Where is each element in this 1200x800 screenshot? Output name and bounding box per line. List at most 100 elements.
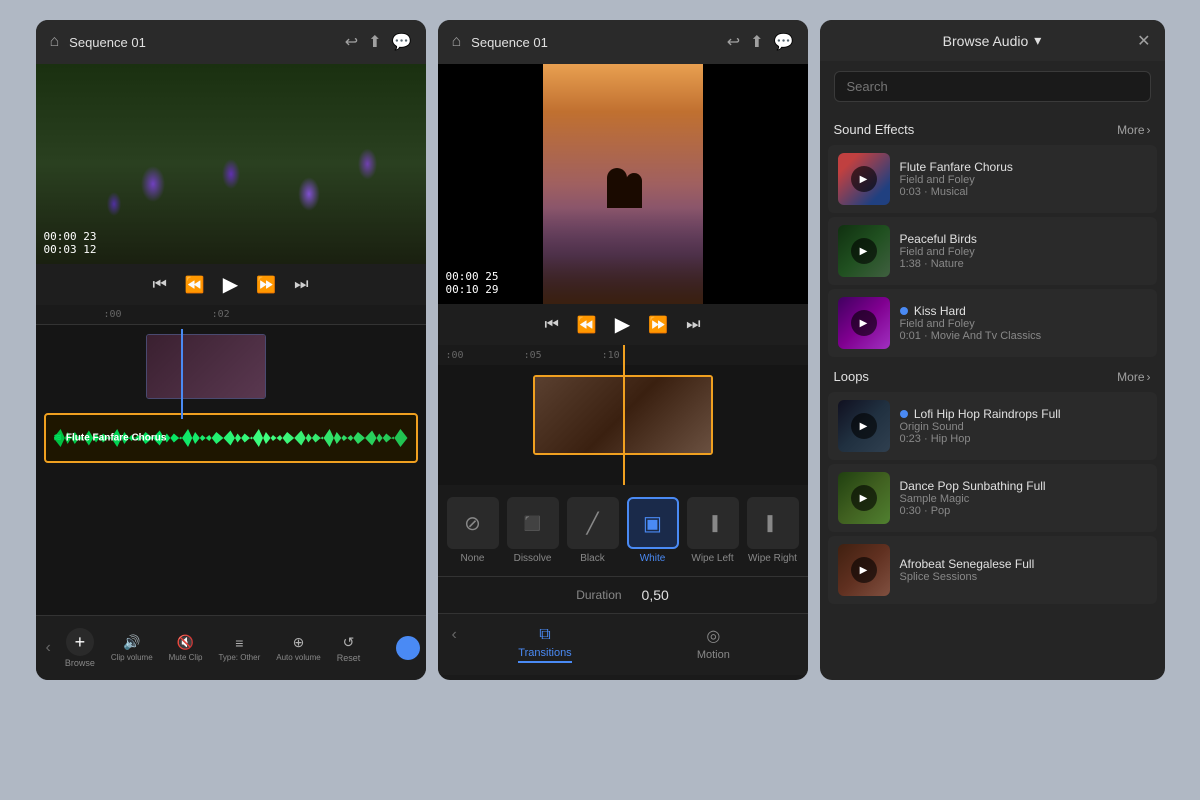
skip-back-button[interactable]: ⏮	[152, 276, 166, 294]
duration-bar: Duration 0,50	[438, 576, 808, 613]
reset-button[interactable]: ↺ Reset	[331, 630, 367, 667]
middle-playhead	[623, 345, 625, 485]
browse-add-icon[interactable]: +	[66, 628, 94, 656]
transition-dissolve[interactable]: ⬛ Dissolve	[507, 497, 559, 564]
undo-icon[interactable]: ↩	[345, 32, 358, 52]
skip-forward-button[interactable]: ⏭	[294, 276, 308, 294]
audio-info-afro: Afrobeat Senegalese Full Splice Sessions	[900, 557, 1147, 583]
transport-bar: ⏮ ⏪ ▶ ⏩ ⏭	[36, 264, 426, 305]
type-icon: ≡	[235, 635, 243, 651]
middle-play[interactable]: ▶	[615, 312, 630, 337]
transition-none[interactable]: ⊘ None	[447, 497, 499, 564]
home-icon[interactable]: ⌂	[50, 33, 60, 51]
play-overlay-flute[interactable]: ▶	[851, 166, 877, 192]
play-button[interactable]: ▶	[223, 272, 238, 297]
audio-item-lofi[interactable]: ▶ Lofi Hip Hop Raindrops Full Origin Sou…	[828, 392, 1157, 460]
middle-nav-left[interactable]: ‹	[448, 622, 461, 667]
audio-track[interactable]: ≋ Flute Fanfare Chorus	[44, 413, 418, 463]
audio-item-afro[interactable]: ▶ Afrobeat Senegalese Full Splice Sessio…	[828, 536, 1157, 604]
share-icon[interactable]: ⬆	[368, 32, 381, 52]
search-input[interactable]	[834, 71, 1151, 102]
clip-volume-icon: 🔊	[123, 634, 140, 651]
loops-more-button[interactable]: More ›	[1117, 370, 1150, 384]
middle-undo-icon[interactable]: ↩	[727, 32, 740, 52]
clip-volume-button[interactable]: 🔊 Clip volume	[105, 630, 159, 666]
audio-thumb-afro: ▶	[838, 544, 890, 596]
audio-title-lofi: Lofi Hip Hop Raindrops Full	[900, 407, 1147, 421]
browse-header: Browse Audio ▾ ✕	[820, 20, 1165, 61]
audio-title-birds: Peaceful Birds	[900, 232, 1147, 246]
middle-timeline: :00 :05 :10	[438, 345, 808, 485]
dropdown-icon: ▾	[1034, 32, 1041, 49]
audio-thumb-lofi: ▶	[838, 400, 890, 452]
browse-button[interactable]: + Browse	[59, 624, 101, 672]
auto-volume-icon: ⊕	[293, 634, 305, 651]
type-button[interactable]: ≡ Type: Other	[212, 631, 266, 666]
kiss-badge	[900, 307, 908, 315]
auto-volume-button[interactable]: ⊕ Auto volume	[270, 630, 326, 666]
left-header: ⌂ Sequence 01 ↩ ⬆ 💬	[36, 20, 426, 64]
middle-home-icon[interactable]: ⌂	[452, 33, 462, 51]
sound-effects-more-button[interactable]: More ›	[1117, 123, 1150, 137]
browse-title: Browse Audio ▾	[943, 32, 1042, 49]
middle-step-back[interactable]: ⏪	[577, 315, 597, 335]
middle-share-icon[interactable]: ⬆	[750, 32, 763, 52]
play-overlay-kiss[interactable]: ▶	[851, 310, 877, 336]
motion-tab-icon: ◎	[706, 626, 720, 646]
step-forward-button[interactable]: ⏩	[256, 275, 276, 295]
middle-skip-forward[interactable]: ⏭	[686, 316, 700, 334]
transition-black[interactable]: ╱ Black	[567, 497, 619, 564]
right-panel: Browse Audio ▾ ✕ Sound Effects More › ▶ …	[820, 20, 1165, 680]
audio-thumb-dance: ▶	[838, 472, 890, 524]
middle-step-forward[interactable]: ⏩	[648, 315, 668, 335]
middle-transport: ⏮ ⏪ ▶ ⏩ ⏭	[438, 304, 808, 345]
time-display: 00:00 23 00:03 12	[44, 230, 97, 256]
loops-more-chevron-icon: ›	[1147, 370, 1151, 384]
mute-icon: 🔇	[177, 634, 194, 651]
audio-item-flute[interactable]: ▶ Flute Fanfare Chorus Field and Foley 0…	[828, 145, 1157, 213]
audio-thumb-flute: ▶	[838, 153, 890, 205]
audio-title-flute: Flute Fanfare Chorus	[900, 160, 1147, 174]
audio-thumb-birds: ▶	[838, 225, 890, 277]
audio-info-kiss: Kiss Hard Field and Foley 0:01 · Movie A…	[900, 304, 1147, 342]
audio-meta-kiss: Field and Foley 0:01 · Movie And Tv Clas…	[900, 318, 1147, 342]
comment-icon[interactable]: 💬	[392, 32, 412, 52]
audio-title-kiss: Kiss Hard	[900, 304, 1147, 318]
middle-skip-back[interactable]: ⏮	[544, 316, 558, 334]
audio-info-flute: Flute Fanfare Chorus Field and Foley 0:0…	[900, 160, 1147, 198]
audio-thumb-kiss: ▶	[838, 297, 890, 349]
audio-clip-label: ≋ Flute Fanfare Chorus	[54, 433, 167, 444]
close-button[interactable]: ✕	[1137, 31, 1150, 51]
middle-time-display: 00:00 25 00:10 29	[446, 270, 499, 296]
play-overlay-lofi[interactable]: ▶	[851, 413, 877, 439]
tab-motion[interactable]: ◎ Motion	[629, 622, 797, 667]
timeline-playhead	[181, 329, 183, 419]
audio-item-kiss[interactable]: ▶ Kiss Hard Field and Foley 0:01 · Movie…	[828, 289, 1157, 357]
audio-title-afro: Afrobeat Senegalese Full	[900, 557, 1147, 571]
audio-item-birds[interactable]: ▶ Peaceful Birds Field and Foley 1:38 · …	[828, 217, 1157, 285]
middle-header: ⌂ Sequence 01 ↩ ⬆ 💬	[438, 20, 808, 64]
search-bar	[820, 61, 1165, 112]
transition-wipe-left[interactable]: ▐ Wipe Left	[687, 497, 739, 564]
play-overlay-birds[interactable]: ▶	[851, 238, 877, 264]
play-overlay-afro[interactable]: ▶	[851, 557, 877, 583]
audio-meta-birds: Field and Foley 1:38 · Nature	[900, 246, 1147, 270]
bottom-toolbar: ‹ + Browse 🔊 Clip volume 🔇 Mute Clip ≡ T…	[36, 615, 426, 680]
audio-meta-dance: Sample Magic 0:30 · Pop	[900, 493, 1147, 517]
transition-wipe-right[interactable]: ▌ Wipe Right	[747, 497, 799, 564]
mute-button[interactable]: 🔇 Mute Clip	[163, 630, 209, 666]
video-clip[interactable]	[146, 334, 266, 399]
tab-transitions[interactable]: ⧉ Transitions	[461, 622, 629, 667]
audio-title-dance: Dance Pop Sunbathing Full	[900, 479, 1147, 493]
duration-label: Duration	[576, 588, 621, 602]
sound-effects-section-header: Sound Effects More ›	[820, 112, 1165, 143]
audio-info-lofi: Lofi Hip Hop Raindrops Full Origin Sound…	[900, 407, 1147, 445]
audio-meta-flute: Field and Foley 0:03 · Musical	[900, 174, 1147, 198]
transition-white[interactable]: ▣ White	[627, 497, 679, 564]
nav-left-arrow[interactable]: ‹	[42, 635, 55, 661]
step-back-button[interactable]: ⏪	[185, 275, 205, 295]
middle-comment-icon[interactable]: 💬	[774, 32, 794, 52]
audio-item-dance[interactable]: ▶ Dance Pop Sunbathing Full Sample Magic…	[828, 464, 1157, 532]
bottom-tabs: ‹ ⧉ Transitions ◎ Motion	[438, 613, 808, 675]
play-overlay-dance[interactable]: ▶	[851, 485, 877, 511]
